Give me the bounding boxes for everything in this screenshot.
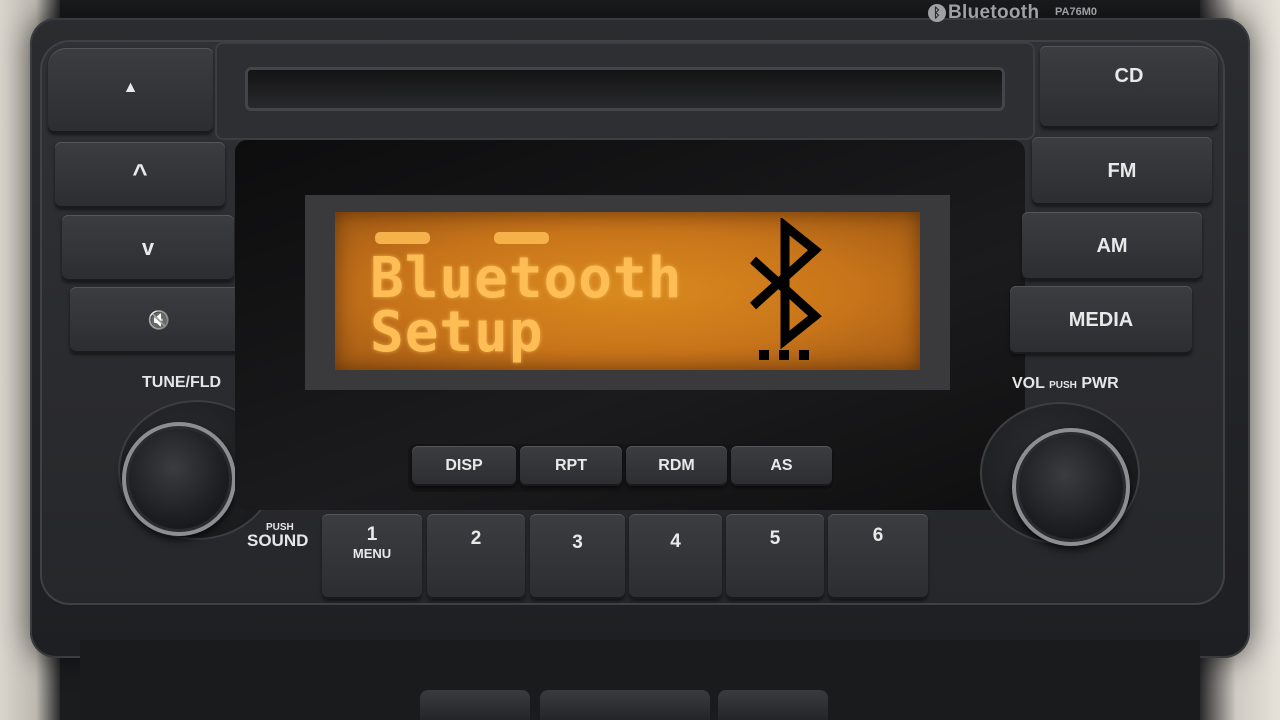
- lcd-indicator-segment: [375, 232, 430, 244]
- climate-button[interactable]: [420, 690, 530, 720]
- preset-4-button[interactable]: 4: [629, 514, 722, 599]
- rdm-button[interactable]: RDM: [626, 446, 727, 486]
- mute-icon: 🔇: [147, 310, 171, 330]
- tune-fld-label: TUNE/FLD: [142, 374, 222, 391]
- seek-down-button[interactable]: v: [62, 215, 234, 281]
- bluetooth-badge-icon: ᛒ: [928, 4, 946, 22]
- preset-2-button[interactable]: 2: [427, 514, 525, 599]
- preset-6-button[interactable]: 6: [828, 514, 928, 599]
- display-line-2: Setup: [370, 300, 544, 365]
- model-label: PA76M0: [1055, 6, 1097, 18]
- sound-label: SOUND: [247, 531, 309, 550]
- mute-button[interactable]: 🔇: [70, 287, 248, 353]
- eject-icon: ▲: [122, 79, 139, 96]
- brand-label: ᛒ Bluetooth: [928, 2, 1039, 24]
- rpt-button[interactable]: RPT: [520, 446, 622, 486]
- media-button[interactable]: MEDIA: [1010, 286, 1192, 354]
- volume-knob[interactable]: [1012, 428, 1130, 546]
- chevron-up-icon: ^: [132, 158, 148, 188]
- climate-button[interactable]: [718, 690, 828, 720]
- vol-push-pwr-label: VOL PUSH PWR: [1012, 375, 1119, 392]
- cd-button[interactable]: CD: [1040, 46, 1218, 128]
- cd-slot[interactable]: [245, 67, 1005, 111]
- climate-button[interactable]: [540, 690, 710, 720]
- seek-up-button[interactable]: ^: [55, 142, 225, 208]
- preset-5-button[interactable]: 5: [726, 514, 824, 599]
- as-button[interactable]: AS: [731, 446, 832, 486]
- fm-button[interactable]: FM: [1032, 137, 1212, 205]
- lcd-indicator-segment: [494, 232, 549, 244]
- am-button[interactable]: AM: [1022, 212, 1202, 280]
- preset-3-button[interactable]: 3: [530, 514, 625, 599]
- eject-button[interactable]: ▲: [48, 48, 213, 133]
- preset-1-button[interactable]: 1 MENU: [322, 514, 422, 599]
- bluetooth-icon: [749, 218, 822, 360]
- chevron-down-icon: v: [141, 235, 155, 260]
- disp-button[interactable]: DISP: [412, 446, 516, 486]
- tune-knob[interactable]: [122, 422, 236, 536]
